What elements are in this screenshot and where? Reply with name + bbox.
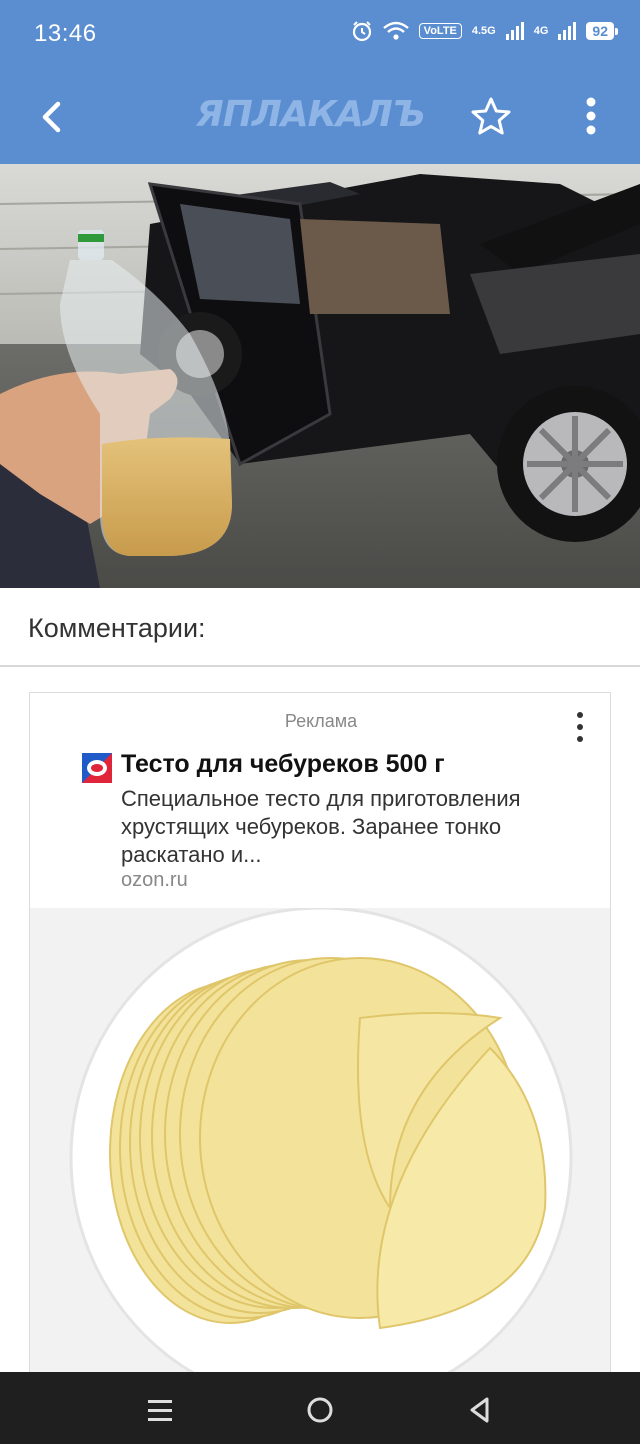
battery-icon: 92 bbox=[586, 22, 618, 40]
app-bar: ЯПЛАКАЛЪ bbox=[0, 70, 640, 164]
site-logo[interactable]: ЯПЛАКАЛЪ bbox=[196, 94, 426, 135]
ad-description: Специальное тесто для приготовления хрус… bbox=[121, 786, 521, 867]
back-triangle-icon[interactable] bbox=[460, 1390, 500, 1430]
menu-lines-icon[interactable] bbox=[140, 1390, 180, 1430]
status-bar: 13:46 VoLTE 4.5G 4G 92 bbox=[0, 0, 640, 70]
signal-icon bbox=[558, 22, 577, 40]
volte-badge: VoLTE bbox=[418, 23, 462, 39]
alarm-icon bbox=[352, 21, 371, 42]
more-vertical-icon[interactable] bbox=[566, 92, 616, 142]
sim1-network: 4.5G bbox=[471, 24, 496, 37]
status-icons: VoLTE 4.5G 4G 92 bbox=[351, 20, 618, 42]
star-icon[interactable] bbox=[466, 92, 516, 142]
ad-label: Реклама bbox=[284, 711, 358, 731]
ad-card[interactable]: Реклама Тесто для чебуреков 500 г Специа… bbox=[29, 692, 611, 1382]
ozon-logo-icon bbox=[82, 753, 112, 783]
home-circle-icon[interactable] bbox=[300, 1390, 340, 1430]
system-nav-bar bbox=[0, 1372, 640, 1444]
divider bbox=[0, 665, 640, 667]
wifi-icon bbox=[382, 21, 409, 40]
ad-image[interactable] bbox=[30, 908, 610, 1381]
back-arrow-icon[interactable] bbox=[28, 92, 78, 142]
status-time: 13:46 bbox=[34, 20, 97, 47]
ad-domain[interactable]: ozon.ru bbox=[121, 869, 188, 892]
sim2-network: 4G bbox=[533, 24, 549, 37]
comments-title: Комментарии: bbox=[28, 613, 206, 643]
ad-title[interactable]: Тесто для чебуреков 500 г bbox=[121, 750, 445, 779]
more-vertical-icon[interactable] bbox=[568, 709, 592, 745]
signal-icon bbox=[505, 22, 524, 40]
post-photo[interactable] bbox=[0, 164, 640, 588]
